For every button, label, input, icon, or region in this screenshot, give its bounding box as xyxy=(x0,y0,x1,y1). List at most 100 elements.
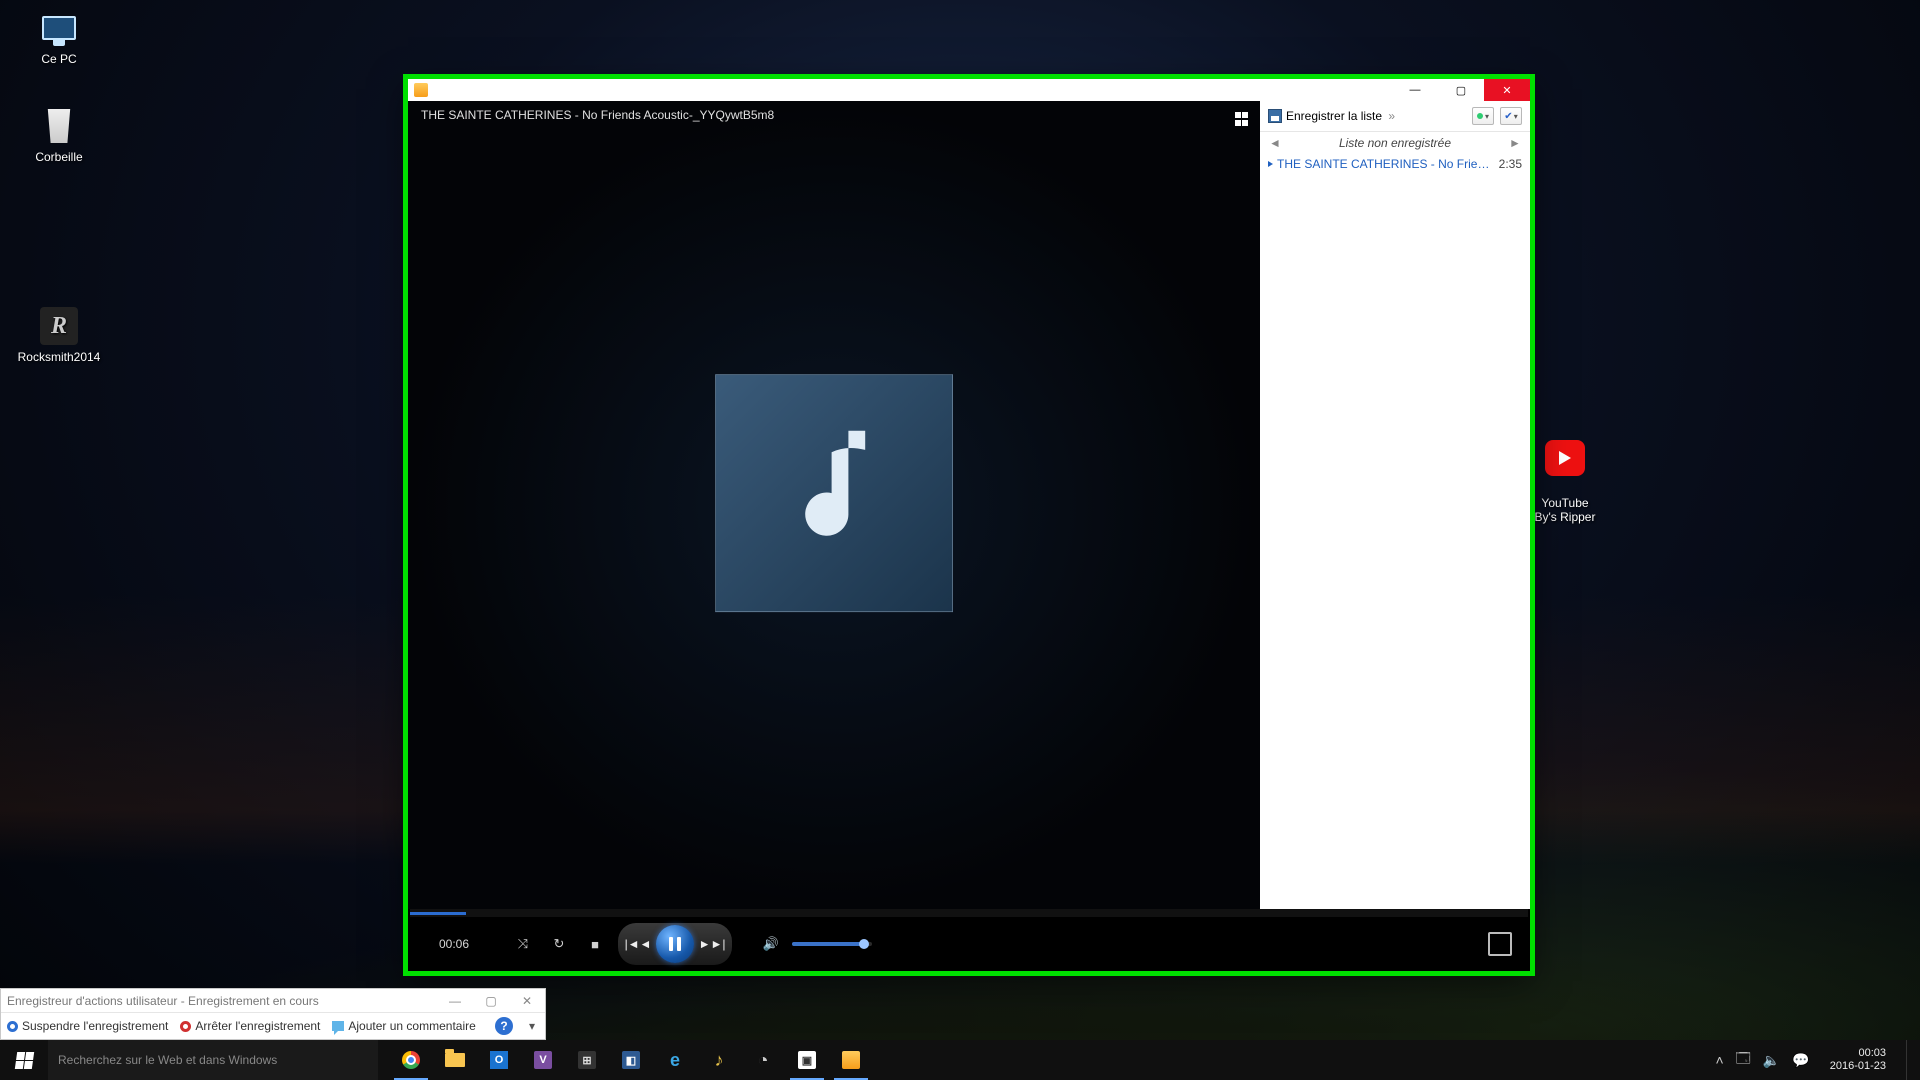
playlist-view-button[interactable]: ▾ xyxy=(1500,107,1522,125)
comment-icon xyxy=(332,1021,344,1031)
clock-date: 2016-01-23 xyxy=(1830,1060,1886,1073)
fullscreen-button[interactable] xyxy=(1488,932,1512,956)
steps-recorder-window: Enregistreur d'actions utilisateur - Enr… xyxy=(0,988,546,1040)
calculator-icon: ⊞ xyxy=(578,1051,596,1069)
save-playlist-button[interactable]: Enregistrer la liste » xyxy=(1268,109,1394,123)
close-button[interactable]: ✕ xyxy=(1484,79,1530,101)
desktop-icon-trash[interactable]: Corbeille xyxy=(14,106,104,164)
recorder-minimize-button[interactable]: — xyxy=(437,994,473,1008)
player-controls: 00:06 ⤨ ↻ ■ |◄◄ ►►| 🔊 xyxy=(408,917,1530,971)
wmp-icon xyxy=(414,83,428,97)
taskbar-apps: O V ⊞ ◧ e ♪ ◔ ▣ xyxy=(390,1040,872,1080)
album-art xyxy=(715,374,953,612)
show-desktop-button[interactable] xyxy=(1906,1040,1912,1080)
pause-recording-label: Suspendre l'enregistrement xyxy=(22,1019,168,1033)
playlist-title: Liste non enregistrée xyxy=(1339,136,1451,150)
rocksmith-icon: R xyxy=(40,307,78,345)
recorder-menu-button[interactable]: ▾ xyxy=(525,1017,539,1035)
play-pause-button[interactable] xyxy=(656,925,694,963)
pause-recording-button[interactable]: Suspendre l'enregistrement xyxy=(7,1019,168,1033)
media-player-window: — ▢ ✕ THE SAINTE CATHERINES - No Friends… xyxy=(408,79,1530,971)
repeat-button[interactable]: ↻ xyxy=(546,931,572,957)
taskbar-app-3[interactable]: ♪ xyxy=(698,1040,740,1080)
taskbar-search[interactable]: Recherchez sur le Web et dans Windows xyxy=(48,1040,378,1080)
chevron-right-icon: » xyxy=(1386,109,1394,123)
app-icon: V xyxy=(534,1051,552,1069)
minimize-button[interactable]: — xyxy=(1392,79,1438,101)
taskbar-wmp[interactable] xyxy=(830,1040,872,1080)
stop-recording-button[interactable]: Arrêter l'enregistrement xyxy=(180,1019,320,1033)
recorder-close-button[interactable]: ✕ xyxy=(509,994,545,1008)
outlook-icon: O xyxy=(490,1051,508,1069)
taskbar-explorer[interactable] xyxy=(434,1040,476,1080)
titlebar[interactable]: — ▢ ✕ xyxy=(408,79,1530,101)
playlist-panel: Enregistrer la liste » ▾ ▾ ◄ Liste non e… xyxy=(1260,101,1530,909)
taskbar-clock-app[interactable]: ◔ xyxy=(742,1040,784,1080)
taskbar-ie[interactable]: e xyxy=(654,1040,696,1080)
trash-icon xyxy=(45,109,73,143)
tray-volume-icon[interactable]: 🔈 xyxy=(1763,1052,1780,1069)
add-comment-button[interactable]: Ajouter un commentaire xyxy=(332,1019,475,1033)
now-playing-title: THE SAINTE CATHERINES - No Friends Acous… xyxy=(421,108,774,122)
taskbar-outlook[interactable]: O xyxy=(478,1040,520,1080)
stop-recording-label: Arrêter l'enregistrement xyxy=(195,1019,320,1033)
volume-slider[interactable] xyxy=(792,942,872,946)
app-icon: ◧ xyxy=(622,1051,640,1069)
system-tray: ˄ 🗔 🔈 💬 00:03 2016-01-23 xyxy=(1707,1040,1920,1080)
elapsed-time: 00:06 xyxy=(428,937,480,951)
desktop-icon-label: Ce PC xyxy=(14,52,104,66)
previous-button[interactable]: |◄◄ xyxy=(624,930,652,958)
tray-notifications-icon[interactable]: 💬 xyxy=(1792,1052,1809,1069)
now-playing-area[interactable]: THE SAINTE CATHERINES - No Friends Acous… xyxy=(408,101,1260,909)
recorder-help-button[interactable]: ? xyxy=(495,1017,513,1035)
desktop-icon-youtube[interactable]: YouTube By's Ripper xyxy=(1520,424,1610,538)
recorder-titlebar[interactable]: Enregistreur d'actions utilisateur - Enr… xyxy=(1,989,545,1013)
taskbar-calculator[interactable]: ⊞ xyxy=(566,1040,608,1080)
app-icon: ♪ xyxy=(710,1051,728,1069)
windows-icon xyxy=(14,1052,33,1069)
taskbar: Recherchez sur le Web et dans Windows O … xyxy=(0,1040,1920,1080)
desktop-icon-label: YouTube By's Ripper xyxy=(1520,496,1610,524)
seek-bar[interactable] xyxy=(410,909,1528,917)
playlist-item-duration: 2:35 xyxy=(1499,157,1522,171)
ie-icon: e xyxy=(666,1051,684,1069)
taskbar-app-2[interactable]: ◧ xyxy=(610,1040,652,1080)
next-button[interactable]: ►►| xyxy=(698,930,726,958)
desktop-icon-pc[interactable]: Ce PC xyxy=(14,8,104,66)
save-icon xyxy=(1268,109,1282,123)
tray-battery-icon[interactable]: 🗔 xyxy=(1736,1048,1751,1072)
shuffle-button[interactable]: ⤨ xyxy=(510,931,536,957)
volume-fill xyxy=(792,942,864,946)
steps-recorder-icon: ▣ xyxy=(798,1051,816,1069)
taskbar-steps-recorder[interactable]: ▣ xyxy=(786,1040,828,1080)
taskbar-app-1[interactable]: V xyxy=(522,1040,564,1080)
volume-thumb xyxy=(859,939,869,949)
desktop-icon-label: Corbeille xyxy=(14,150,104,164)
tray-overflow-button[interactable]: ˄ xyxy=(1715,1052,1723,1068)
music-note-icon xyxy=(774,418,894,568)
wmp-icon xyxy=(842,1051,860,1069)
pc-icon xyxy=(42,16,76,40)
taskbar-chrome[interactable] xyxy=(390,1040,432,1080)
playlist-item[interactable]: THE SAINTE CATHERINES - No Frien… 2:35 xyxy=(1260,154,1530,174)
start-button[interactable] xyxy=(0,1040,48,1080)
clock-icon: ◔ xyxy=(754,1051,772,1069)
playlist-options-button[interactable]: ▾ xyxy=(1472,107,1494,125)
stop-icon xyxy=(180,1021,191,1032)
switch-layout-button[interactable] xyxy=(1232,109,1252,129)
desktop-icon-rocksmith[interactable]: R Rocksmith2014 xyxy=(14,306,104,364)
desktop-icon-label: Rocksmith2014 xyxy=(14,350,104,364)
recorder-title: Enregistreur d'actions utilisateur - Enr… xyxy=(1,994,437,1008)
folder-icon xyxy=(445,1053,465,1067)
recorder-maximize-button[interactable]: ▢ xyxy=(473,994,509,1008)
clock-time: 00:03 xyxy=(1830,1047,1886,1060)
taskbar-clock[interactable]: 00:03 2016-01-23 xyxy=(1822,1047,1894,1073)
playlist-item-name: THE SAINTE CATHERINES - No Frien… xyxy=(1277,157,1493,171)
playing-indicator-icon xyxy=(1268,161,1273,167)
search-placeholder: Recherchez sur le Web et dans Windows xyxy=(58,1053,277,1067)
maximize-button[interactable]: ▢ xyxy=(1438,79,1484,101)
mute-button[interactable]: 🔊 xyxy=(758,931,784,957)
playlist-next-button[interactable]: ► xyxy=(1508,136,1522,150)
playlist-prev-button[interactable]: ◄ xyxy=(1268,136,1282,150)
stop-button[interactable]: ■ xyxy=(582,931,608,957)
